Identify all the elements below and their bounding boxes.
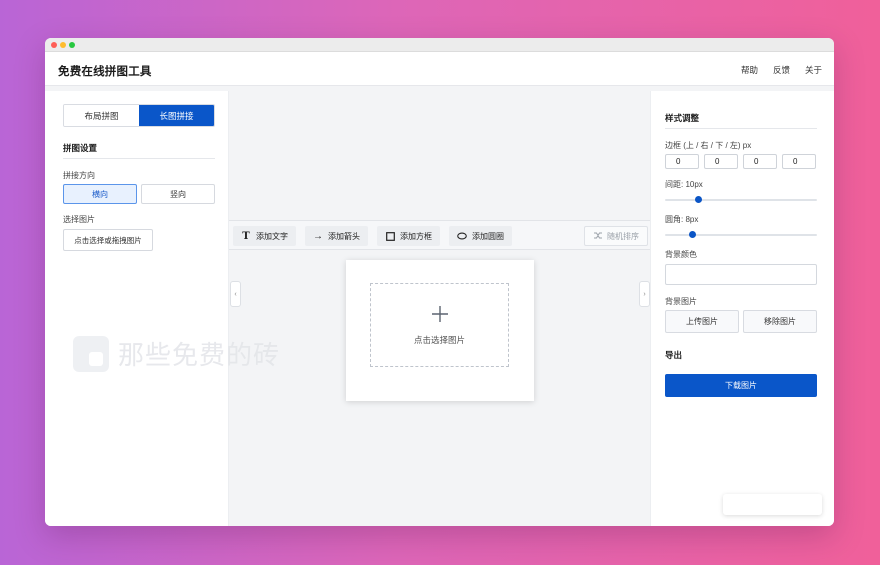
add-circle-label: 添加圆圈	[472, 231, 504, 241]
radius-label: 圆角: 8px	[665, 215, 699, 224]
add-box-label: 添加方框	[400, 231, 432, 241]
gap-slider-thumb[interactable]	[694, 196, 702, 203]
top-nav: 帮助 反馈 关于	[741, 64, 822, 76]
add-box-button[interactable]: 添加方框	[377, 226, 440, 246]
tab-long-stitch[interactable]: 长图拼接	[139, 105, 214, 126]
bg-image-label: 背景图片	[665, 297, 697, 306]
divider	[63, 158, 215, 159]
collapse-right-button[interactable]: ›	[639, 281, 650, 307]
watermark-logo-icon	[73, 335, 109, 372]
plus-icon	[431, 305, 449, 326]
direction-horizontal-button[interactable]: 横向	[63, 184, 137, 204]
watermark: 那些免费的砖	[73, 335, 280, 372]
canvas-card: 点击选择图片	[346, 260, 534, 401]
text-T-icon: T	[242, 230, 250, 242]
border-bottom-input[interactable]: 0	[743, 154, 777, 169]
minimize-window-button[interactable]	[60, 42, 66, 48]
left-panel: 布局拼图 长图拼接 拼图设置 拼接方向 横向 竖向 选择图片 点击选择或拖拽图片	[45, 91, 229, 526]
chevron-left-icon: ‹	[234, 290, 237, 298]
border-label: 边框 (上 / 右 / 下 / 左) px	[665, 141, 752, 150]
bg-color-picker[interactable]	[665, 264, 817, 285]
upload-image-button[interactable]: 上传图片	[665, 310, 739, 333]
add-text-label: 添加文字	[256, 231, 288, 241]
maximize-window-button[interactable]	[69, 42, 75, 48]
radius-slider-thumb[interactable]	[688, 231, 696, 238]
border-top-input[interactable]: 0	[665, 154, 699, 169]
gap-label: 间距: 10px	[665, 180, 703, 189]
app-header: 免费在线拼图工具 帮助 反馈 关于	[45, 52, 834, 86]
dropzone-text: 点击选择图片	[413, 334, 465, 345]
tab-layout-collage[interactable]: 布局拼图	[64, 105, 139, 126]
square-icon	[385, 231, 395, 241]
right-panel: 样式调整 边框 (上 / 右 / 下 / 左) px 0 0 0 0 间距: 1…	[650, 91, 834, 526]
bg-color-label: 背景颜色	[665, 250, 697, 259]
ellipse-icon	[457, 232, 467, 240]
floating-toast	[723, 494, 822, 515]
divider	[665, 128, 817, 129]
border-right-input[interactable]: 0	[704, 154, 738, 169]
close-window-button[interactable]	[51, 42, 57, 48]
random-sort-button[interactable]: 随机排序	[584, 226, 648, 246]
add-arrow-button[interactable]: → 添加箭头	[305, 226, 368, 246]
nav-help[interactable]: 帮助	[741, 64, 758, 76]
border-left-input[interactable]: 0	[782, 154, 816, 169]
annotation-toolbar: T 添加文字 → 添加箭头 添加方框 添加圆圈 随机排序	[229, 220, 650, 250]
style-title: 样式调整	[665, 113, 700, 123]
add-arrow-label: 添加箭头	[328, 231, 360, 241]
chevron-right-icon: ›	[643, 290, 646, 298]
add-text-button[interactable]: T 添加文字	[233, 226, 296, 246]
collapse-left-button[interactable]: ‹	[230, 281, 241, 307]
nav-feedback[interactable]: 反馈	[773, 64, 790, 76]
app-title: 免费在线拼图工具	[58, 66, 152, 78]
select-image-button[interactable]: 点击选择或拖拽图片	[63, 229, 153, 251]
radius-slider[interactable]	[665, 231, 817, 238]
download-button[interactable]: 下载图片	[665, 374, 817, 397]
app-window: 免费在线拼图工具 帮助 反馈 关于 布局拼图 长图拼接 拼图设置 拼接方向 横向…	[45, 38, 834, 526]
random-sort-label: 随机排序	[607, 231, 639, 241]
select-image-label: 选择图片	[63, 215, 95, 224]
direction-label: 拼接方向	[63, 171, 95, 180]
settings-title: 拼图设置	[63, 143, 98, 153]
add-circle-button[interactable]: 添加圆圈	[449, 226, 512, 246]
shuffle-icon	[593, 231, 603, 242]
image-dropzone[interactable]: 点击选择图片	[370, 283, 509, 367]
export-title: 导出	[665, 350, 683, 360]
remove-image-button[interactable]: 移除图片	[743, 310, 817, 333]
gap-slider[interactable]	[665, 196, 817, 203]
window-titlebar	[45, 38, 834, 52]
nav-about[interactable]: 关于	[805, 64, 822, 76]
mode-tabs: 布局拼图 长图拼接	[63, 104, 215, 127]
arrow-right-icon: →	[313, 230, 323, 242]
watermark-text: 那些免费的砖	[118, 340, 281, 370]
direction-vertical-button[interactable]: 竖向	[141, 184, 215, 204]
